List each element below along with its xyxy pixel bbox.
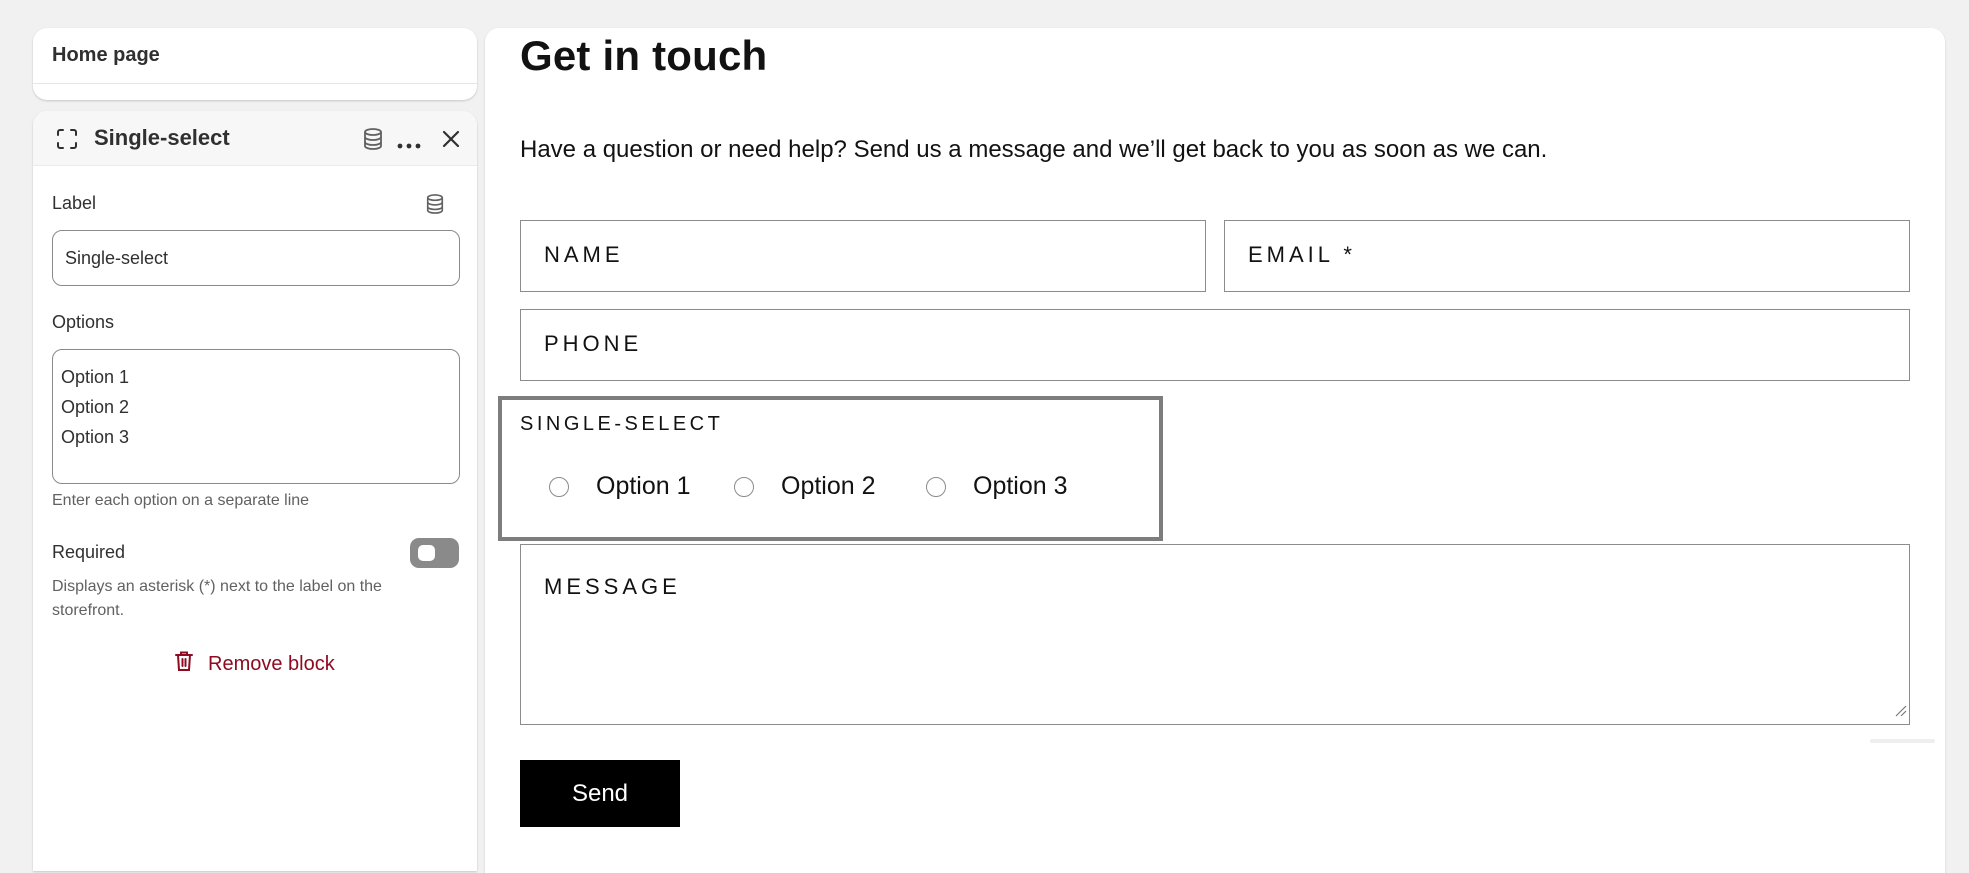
phone-placeholder: PHONE bbox=[544, 331, 643, 356]
database-icon[interactable] bbox=[362, 127, 384, 156]
single-select-label: SINGLE-SELECT bbox=[520, 413, 724, 435]
email-field[interactable]: EMAIL * bbox=[1224, 220, 1910, 292]
name-placeholder: NAME bbox=[544, 242, 624, 267]
options-field-label: Options bbox=[52, 312, 115, 332]
required-toggle[interactable] bbox=[410, 538, 459, 568]
label-field-label: Label bbox=[52, 193, 97, 213]
close-icon[interactable] bbox=[441, 129, 461, 154]
options-line: Option 1 bbox=[61, 367, 130, 387]
required-help-text: Displays an asterisk (*) next to the lab… bbox=[52, 578, 382, 619]
options-line: Option 2 bbox=[61, 397, 130, 417]
trash-icon bbox=[174, 650, 194, 678]
resize-handle-icon[interactable] bbox=[1893, 703, 1907, 722]
send-button[interactable]: Send bbox=[520, 760, 680, 827]
divider bbox=[33, 83, 477, 84]
radio-option-label: Option 1 bbox=[596, 472, 691, 500]
single-select-block[interactable]: SINGLE-SELECT Option 1 Option 2 Option 3 bbox=[498, 396, 1163, 541]
options-textarea[interactable]: Option 1 Option 2 Option 3 bbox=[52, 349, 460, 484]
breadcrumb-home-page[interactable]: Home page bbox=[52, 44, 160, 67]
more-options-icon[interactable] bbox=[397, 136, 421, 154]
radio-button[interactable] bbox=[549, 476, 569, 497]
message-field[interactable]: MESSAGE bbox=[520, 544, 1910, 725]
phone-field[interactable]: PHONE bbox=[520, 309, 1910, 381]
dynamic-source-icon[interactable] bbox=[425, 193, 445, 220]
select-block-icon bbox=[56, 128, 78, 155]
remove-block-label: Remove block bbox=[208, 652, 335, 675]
email-placeholder: EMAIL * bbox=[1248, 242, 1356, 267]
label-input[interactable] bbox=[52, 230, 460, 286]
breadcrumb-card: Home page bbox=[33, 28, 477, 100]
required-label: Required bbox=[52, 542, 126, 562]
contact-description: Have a question or need help? Send us a … bbox=[520, 136, 1548, 163]
scroll-edge bbox=[1870, 739, 1935, 743]
radio-option-2[interactable]: Option 2 bbox=[734, 472, 876, 501]
block-editor-header: Single-select bbox=[33, 111, 477, 166]
toggle-knob bbox=[418, 545, 435, 561]
block-editor-panel: Single-select Label Options bbox=[33, 111, 477, 871]
radio-option-1[interactable]: Option 1 bbox=[549, 472, 691, 501]
radio-option-label: Option 3 bbox=[973, 472, 1068, 500]
radio-button[interactable] bbox=[926, 476, 946, 497]
storefront-preview: Get in touch Have a question or need hel… bbox=[485, 28, 1945, 873]
remove-block-button[interactable]: Remove block bbox=[174, 649, 335, 679]
radio-option-label: Option 2 bbox=[781, 472, 876, 500]
options-help-text: Enter each option on a separate line bbox=[52, 492, 310, 509]
options-line: Option 3 bbox=[61, 427, 130, 447]
radio-button[interactable] bbox=[734, 476, 754, 497]
block-title: Single-select bbox=[94, 125, 230, 150]
name-field[interactable]: NAME bbox=[520, 220, 1206, 292]
radio-option-3[interactable]: Option 3 bbox=[926, 472, 1068, 501]
message-placeholder: MESSAGE bbox=[544, 574, 681, 599]
contact-title: Get in touch bbox=[520, 32, 768, 79]
